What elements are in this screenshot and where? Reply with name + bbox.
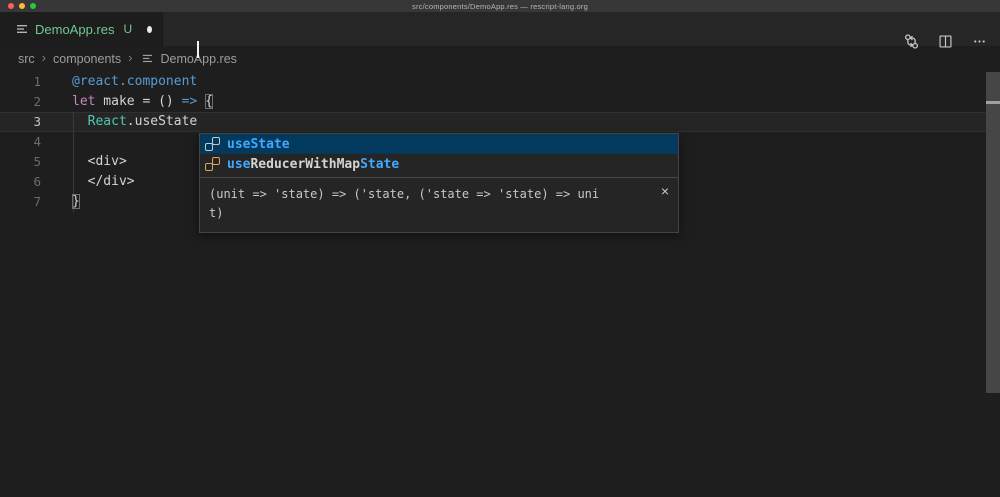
- window-title: src/components/DemoApp.res — rescript-la…: [412, 2, 588, 11]
- close-window-button[interactable]: [8, 3, 14, 9]
- file-lines-icon: [16, 23, 28, 35]
- line-number[interactable]: 7: [0, 192, 41, 212]
- overview-ruler-cursor-mark: [986, 101, 1000, 104]
- code-text[interactable]: </div>: [72, 172, 135, 192]
- git-status-badge: U: [123, 22, 132, 36]
- tab-filename: DemoApp.res: [35, 22, 114, 37]
- chevron-right-icon: ›: [128, 51, 132, 66]
- code-line: 2 let make = () => {: [0, 92, 1000, 112]
- code-text[interactable]: @react.component: [72, 72, 197, 92]
- symbol-value-icon: [205, 157, 220, 171]
- type-signature: (unit => 'state) => ('state, ('state => …: [209, 185, 599, 223]
- suggestion-details-panel: (unit => 'state) => ('state, ('state => …: [200, 177, 678, 232]
- breadcrumb: src › components › DemoApp.res: [0, 46, 980, 71]
- suggestion-item-usestate[interactable]: useState: [200, 134, 678, 154]
- line-number[interactable]: 1: [0, 72, 41, 92]
- line-number-active[interactable]: 3: [0, 112, 41, 132]
- traffic-lights: [8, 3, 36, 9]
- line-number[interactable]: 2: [0, 92, 41, 112]
- editor-tab-bar: DemoApp.res U: [0, 12, 1000, 46]
- symbol-value-icon: [205, 137, 220, 151]
- close-icon[interactable]: ×: [661, 184, 669, 198]
- editor-scrollbar[interactable]: [986, 72, 1000, 393]
- code-text[interactable]: React.useState: [72, 112, 197, 132]
- text-cursor: [197, 41, 199, 58]
- code-text[interactable]: <div>: [72, 152, 127, 172]
- matched-bracket: {: [205, 94, 213, 109]
- line-number[interactable]: 4: [0, 132, 41, 152]
- code-text[interactable]: }: [72, 192, 80, 212]
- code-line: 1 @react.component: [0, 72, 1000, 92]
- line-number[interactable]: 5: [0, 152, 41, 172]
- breadcrumb-item-src[interactable]: src: [18, 52, 35, 66]
- suggestion-list: useState useReducerWithMapState: [200, 134, 678, 177]
- unsaved-changes-dot-icon[interactable]: [147, 26, 152, 33]
- suggestion-item-usereducerwithmapstate[interactable]: useReducerWithMapState: [200, 154, 678, 174]
- breadcrumb-item-components[interactable]: components: [53, 52, 121, 66]
- minimize-window-button[interactable]: [19, 3, 25, 9]
- chevron-right-icon: ›: [42, 51, 46, 66]
- matched-bracket: }: [72, 194, 80, 209]
- file-lines-icon: [142, 53, 153, 64]
- code-line: 3 React.useState: [0, 112, 1000, 132]
- breadcrumb-item-file[interactable]: DemoApp.res: [160, 52, 236, 66]
- suggestion-label: useState: [227, 137, 290, 152]
- window-titlebar: src/components/DemoApp.res — rescript-la…: [0, 0, 1000, 12]
- zoom-window-button[interactable]: [30, 3, 36, 9]
- code-text[interactable]: let make = () => {: [72, 92, 213, 112]
- suggestion-label: useReducerWithMapState: [227, 157, 399, 172]
- tab-demoapp-res[interactable]: DemoApp.res U: [0, 12, 163, 46]
- autocomplete-widget: useState useReducerWithMapState (unit =>…: [199, 133, 679, 233]
- line-number[interactable]: 6: [0, 172, 41, 192]
